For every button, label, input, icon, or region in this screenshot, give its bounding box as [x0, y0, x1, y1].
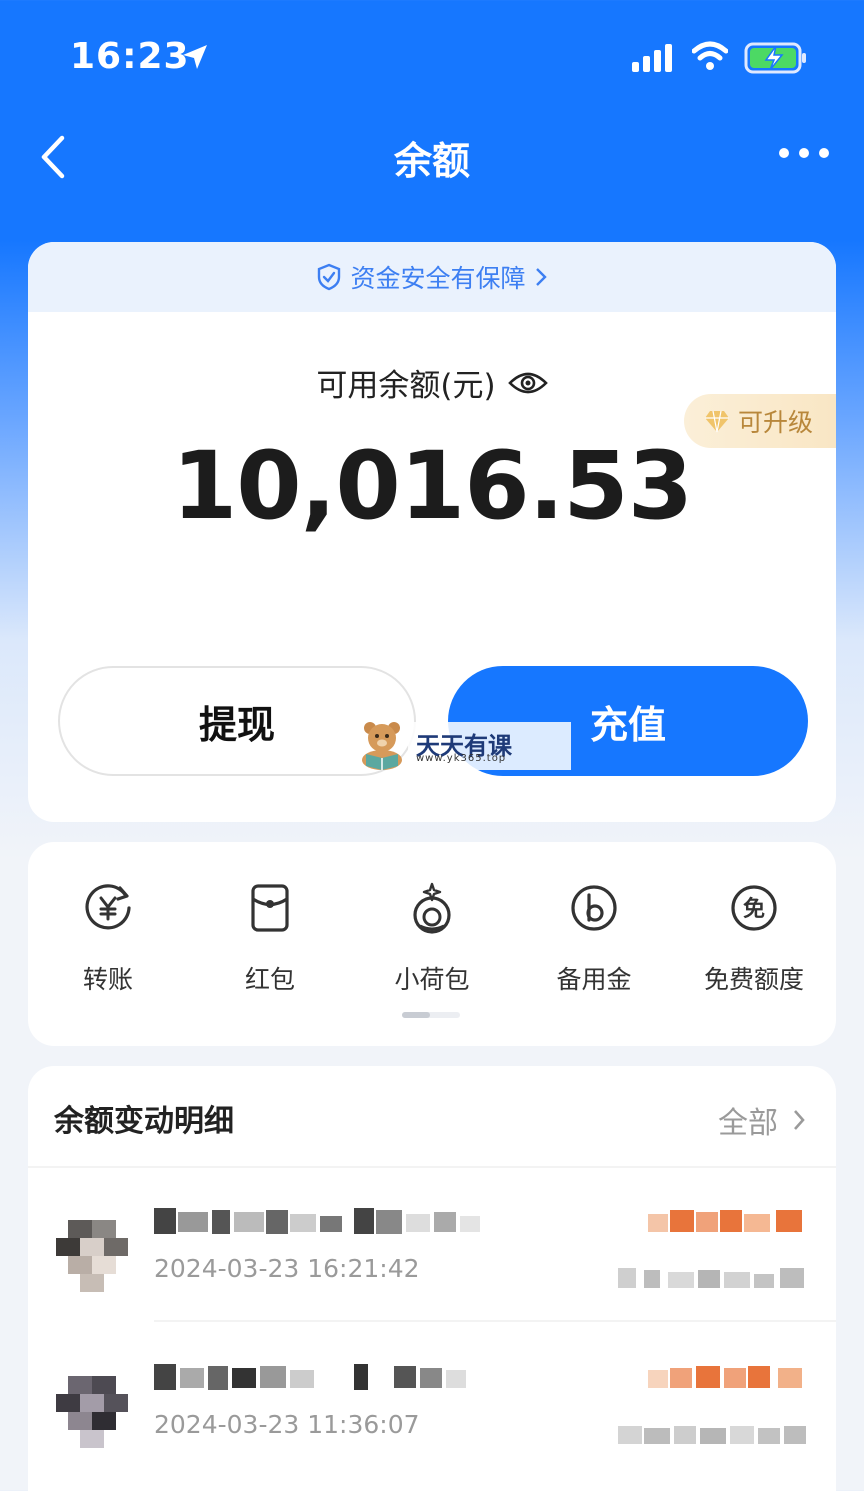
service-transfer[interactable]: 转账 [38, 882, 178, 996]
battery-charging-icon [744, 42, 806, 74]
transaction-row[interactable]: 2024-03-23 16:21:42 [28, 1206, 836, 1356]
fund-security-banner[interactable]: 资金安全有保障 [28, 242, 836, 312]
service-purse[interactable]: 小荷包 [362, 882, 502, 996]
service-label: 免费额度 [703, 965, 804, 994]
redacted-amount [648, 1210, 802, 1232]
free-quota-icon: 免 [731, 885, 777, 931]
balance-details-card: 余额变动明细 全部 2024-03-23 16:21:42 2024-03-23… [28, 1066, 836, 1491]
page-title: 余额 [393, 139, 470, 183]
chevron-right-icon [535, 268, 547, 286]
cellular-signal-icon [632, 44, 672, 72]
view-all-label: 全部 [718, 1106, 778, 1141]
service-label: 红包 [244, 965, 295, 994]
nav-bar: 余额 [0, 110, 864, 200]
row-divider [154, 1320, 836, 1322]
fund-security-text: 资金安全有保障 [350, 264, 526, 293]
view-all-link[interactable]: 全部 [718, 1098, 806, 1142]
avatar [56, 1220, 128, 1292]
transaction-row[interactable]: 2024-03-23 11:36:07 [28, 1362, 836, 1491]
bear-reading-icon [362, 722, 402, 770]
red-packet-icon [251, 884, 289, 932]
available-balance-label: 可用余额(元) [316, 368, 496, 404]
redacted-balance [618, 1268, 804, 1288]
service-label: 备用金 [556, 965, 632, 994]
transaction-time: 2024-03-23 16:21:42 [154, 1254, 420, 1283]
redacted-name [154, 1208, 480, 1234]
service-free-quota[interactable]: 免 免费额度 [684, 882, 824, 996]
status-bar: 16:23 [0, 0, 864, 110]
wifi-icon [692, 41, 728, 70]
service-reserve-fund[interactable]: 备用金 [524, 882, 664, 996]
service-label: 小荷包 [394, 965, 470, 994]
service-label: 转账 [82, 965, 133, 994]
transaction-time: 2024-03-23 11:36:07 [154, 1410, 420, 1439]
service-red-packet[interactable]: 红包 [200, 882, 340, 996]
balance-amount: 10,016.53 [171, 432, 693, 541]
diamond-icon [705, 410, 729, 433]
redacted-amount [648, 1366, 802, 1388]
watermark: 天天有课 www.yk365.top [356, 720, 571, 770]
eye-icon[interactable] [507, 369, 548, 397]
redacted-balance [618, 1426, 806, 1444]
details-title: 余额变动明细 [54, 1104, 234, 1139]
more-options-icon[interactable] [776, 140, 832, 166]
reserve-fund-icon [571, 885, 617, 931]
avatar [56, 1376, 128, 1448]
redacted-name [154, 1364, 466, 1390]
svg-text:免: 免 [743, 896, 765, 922]
watermark-url: www.yk365.top [416, 753, 507, 764]
chevron-right-icon [794, 1110, 805, 1130]
services-card: 转账 红包 小荷包 备用金 免 免费额度 [28, 842, 836, 1046]
purse-icon [413, 882, 451, 934]
location-arrow-icon [183, 45, 207, 69]
transfer-yen-icon [85, 884, 131, 930]
status-time: 16:23 [70, 36, 190, 77]
shield-check-icon [318, 263, 341, 291]
divider [28, 1166, 836, 1168]
scroll-indicator [402, 1012, 460, 1018]
